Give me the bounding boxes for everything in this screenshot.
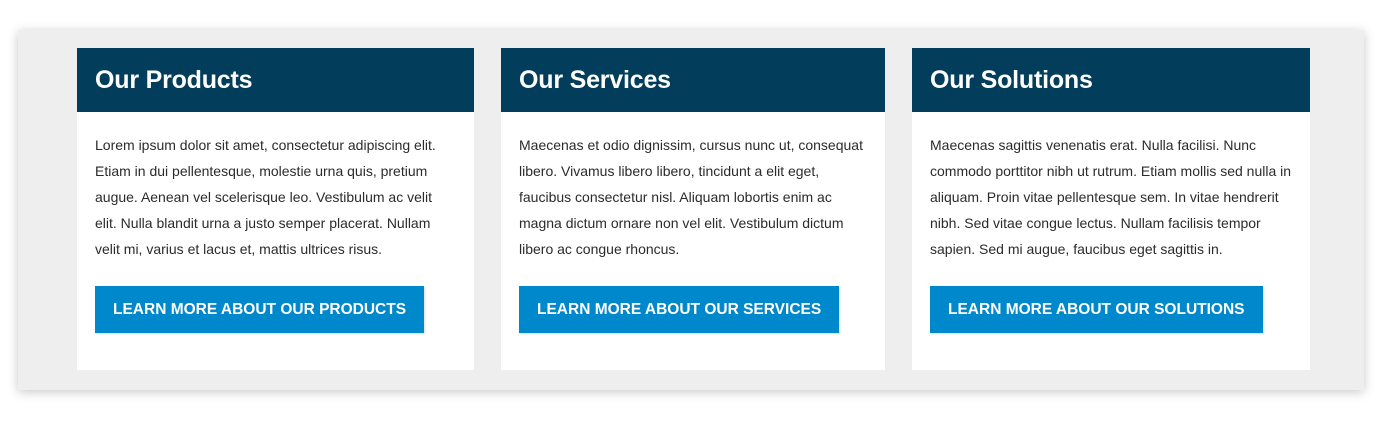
learn-more-products-button[interactable]: Learn more about our Products: [95, 286, 425, 333]
products-card: Our Products Lorem ipsum dolor sit amet,…: [77, 48, 474, 370]
products-card-body: Lorem ipsum dolor sit amet, consectetur …: [77, 112, 474, 333]
solutions-card-header: Our Solutions: [912, 48, 1310, 112]
solutions-card: Our Solutions Maecenas sagittis venenati…: [912, 48, 1310, 370]
services-card-header: Our Services: [501, 48, 885, 112]
services-card: Our Services Maecenas et odio dignissim,…: [501, 48, 885, 370]
solutions-card-text: Maecenas sagittis venenatis erat. Nulla …: [930, 137, 1292, 257]
products-card-title: Our Products: [95, 65, 253, 94]
services-card-title: Our Services: [519, 65, 671, 94]
solutions-card-body: Maecenas sagittis venenatis erat. Nulla …: [912, 112, 1310, 333]
learn-more-services-button[interactable]: Learn more about our Services: [519, 286, 840, 333]
products-card-header: Our Products: [77, 48, 474, 112]
solutions-card-title: Our Solutions: [930, 65, 1093, 94]
learn-more-solutions-button[interactable]: Learn more about our Solutions: [930, 286, 1263, 333]
services-card-body: Maecenas et odio dignissim, cursus nunc …: [501, 112, 885, 333]
feature-panel: Our Products Lorem ipsum dolor sit amet,…: [18, 30, 1364, 390]
services-card-text: Maecenas et odio dignissim, cursus nunc …: [519, 137, 863, 257]
products-card-text: Lorem ipsum dolor sit amet, consectetur …: [95, 137, 436, 257]
